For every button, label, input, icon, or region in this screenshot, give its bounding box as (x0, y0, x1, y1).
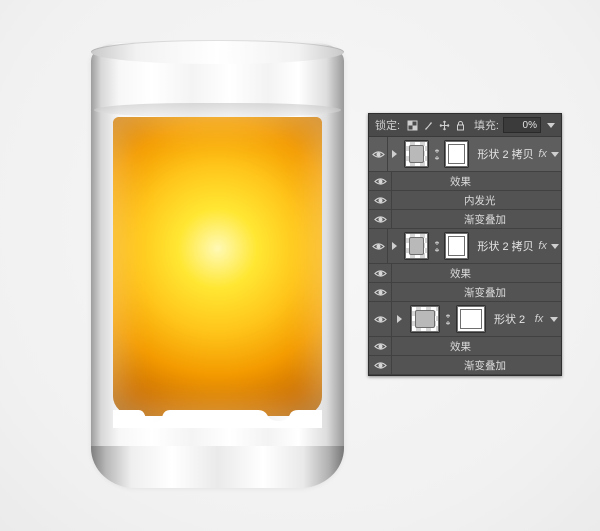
layer-name[interactable]: 形状 2 (490, 311, 531, 327)
cylinder-inner-lip (94, 103, 341, 117)
visibility-toggle[interactable] (369, 172, 392, 190)
layer-row[interactable]: 形状 2 fx (369, 302, 561, 337)
visibility-toggle[interactable] (369, 229, 388, 263)
fx-item-row[interactable]: 内发光 (369, 191, 561, 210)
fx-chevron-icon[interactable] (549, 244, 561, 249)
mask-link-icon[interactable] (433, 241, 440, 252)
lock-icon-group (404, 119, 469, 132)
visibility-toggle[interactable] (369, 283, 392, 301)
group-twirl[interactable] (392, 315, 406, 323)
fx-item-row[interactable]: 渐变叠加 (369, 356, 561, 375)
transparency-lock-icon[interactable] (406, 119, 419, 132)
mask-thumbnail[interactable] (444, 232, 469, 260)
fx-badge[interactable]: fx (531, 313, 547, 325)
fx-header-row[interactable]: 效果 (369, 172, 561, 191)
layers-panel[interactable]: 锁定: 填充: 0% 形状 2 拷贝 3 fx 效果 (368, 113, 562, 376)
inner-glow-overlay (113, 117, 322, 416)
visibility-toggle[interactable] (369, 302, 392, 336)
canvas-artwork (91, 43, 344, 486)
fx-header-label: 效果 (450, 339, 561, 354)
fx-header-row[interactable]: 效果 (369, 264, 561, 283)
layer-thumbnail[interactable] (404, 140, 429, 168)
fx-item-row[interactable]: 渐变叠加 (369, 210, 561, 229)
fx-item-label: 渐变叠加 (464, 212, 561, 227)
layer-rows: 形状 2 拷贝 3 fx 效果 内发光 渐变叠加 形状 2 拷贝 2 (369, 137, 561, 375)
move-lock-icon[interactable] (438, 119, 451, 132)
brush-lock-icon[interactable] (422, 119, 435, 132)
fx-badge[interactable]: fx (536, 240, 549, 252)
mask-link-icon[interactable] (433, 149, 440, 160)
lock-all-icon[interactable] (454, 119, 467, 132)
visibility-toggle[interactable] (369, 210, 392, 228)
lock-label: 锁定: (375, 117, 400, 133)
visibility-toggle[interactable] (369, 264, 392, 282)
fx-badge[interactable]: fx (536, 148, 549, 160)
fx-item-label: 内发光 (464, 193, 561, 208)
bottom-drip (113, 406, 322, 428)
visibility-toggle[interactable] (369, 337, 392, 355)
cylinder-lid (91, 40, 344, 64)
fx-item-label: 渐变叠加 (464, 285, 561, 300)
layer-row[interactable]: 形状 2 拷贝 3 fx (369, 137, 561, 172)
panel-lock-row: 锁定: 填充: 0% (369, 114, 561, 137)
layer-name[interactable]: 形状 2 拷贝 2 (473, 238, 536, 254)
fx-header-label: 效果 (450, 266, 561, 281)
fx-item-row[interactable]: 渐变叠加 (369, 283, 561, 302)
fx-chevron-icon[interactable] (547, 317, 561, 322)
group-twirl[interactable] (388, 150, 400, 158)
mask-thumbnail[interactable] (456, 305, 486, 333)
mask-link-icon[interactable] (444, 314, 452, 325)
layer-thumbnail[interactable] (410, 305, 440, 333)
fx-item-label: 渐变叠加 (464, 358, 561, 373)
glow-window (113, 117, 322, 416)
group-twirl[interactable] (388, 242, 400, 250)
fill-label: 填充: (474, 117, 499, 133)
visibility-toggle[interactable] (369, 137, 388, 171)
layer-name[interactable]: 形状 2 拷贝 3 (473, 146, 536, 162)
visibility-toggle[interactable] (369, 191, 392, 209)
fill-dropdown-caret[interactable] (547, 123, 555, 128)
layer-row[interactable]: 形状 2 拷贝 2 fx (369, 229, 561, 264)
fill-value-field[interactable]: 0% (503, 117, 541, 133)
visibility-toggle[interactable] (369, 356, 392, 374)
fill-value-text: 0% (523, 120, 537, 131)
fx-chevron-icon[interactable] (549, 152, 561, 157)
layer-thumbnail[interactable] (404, 232, 429, 260)
fx-header-label: 效果 (450, 174, 561, 189)
fx-header-row[interactable]: 效果 (369, 337, 561, 356)
mask-thumbnail[interactable] (444, 140, 469, 168)
